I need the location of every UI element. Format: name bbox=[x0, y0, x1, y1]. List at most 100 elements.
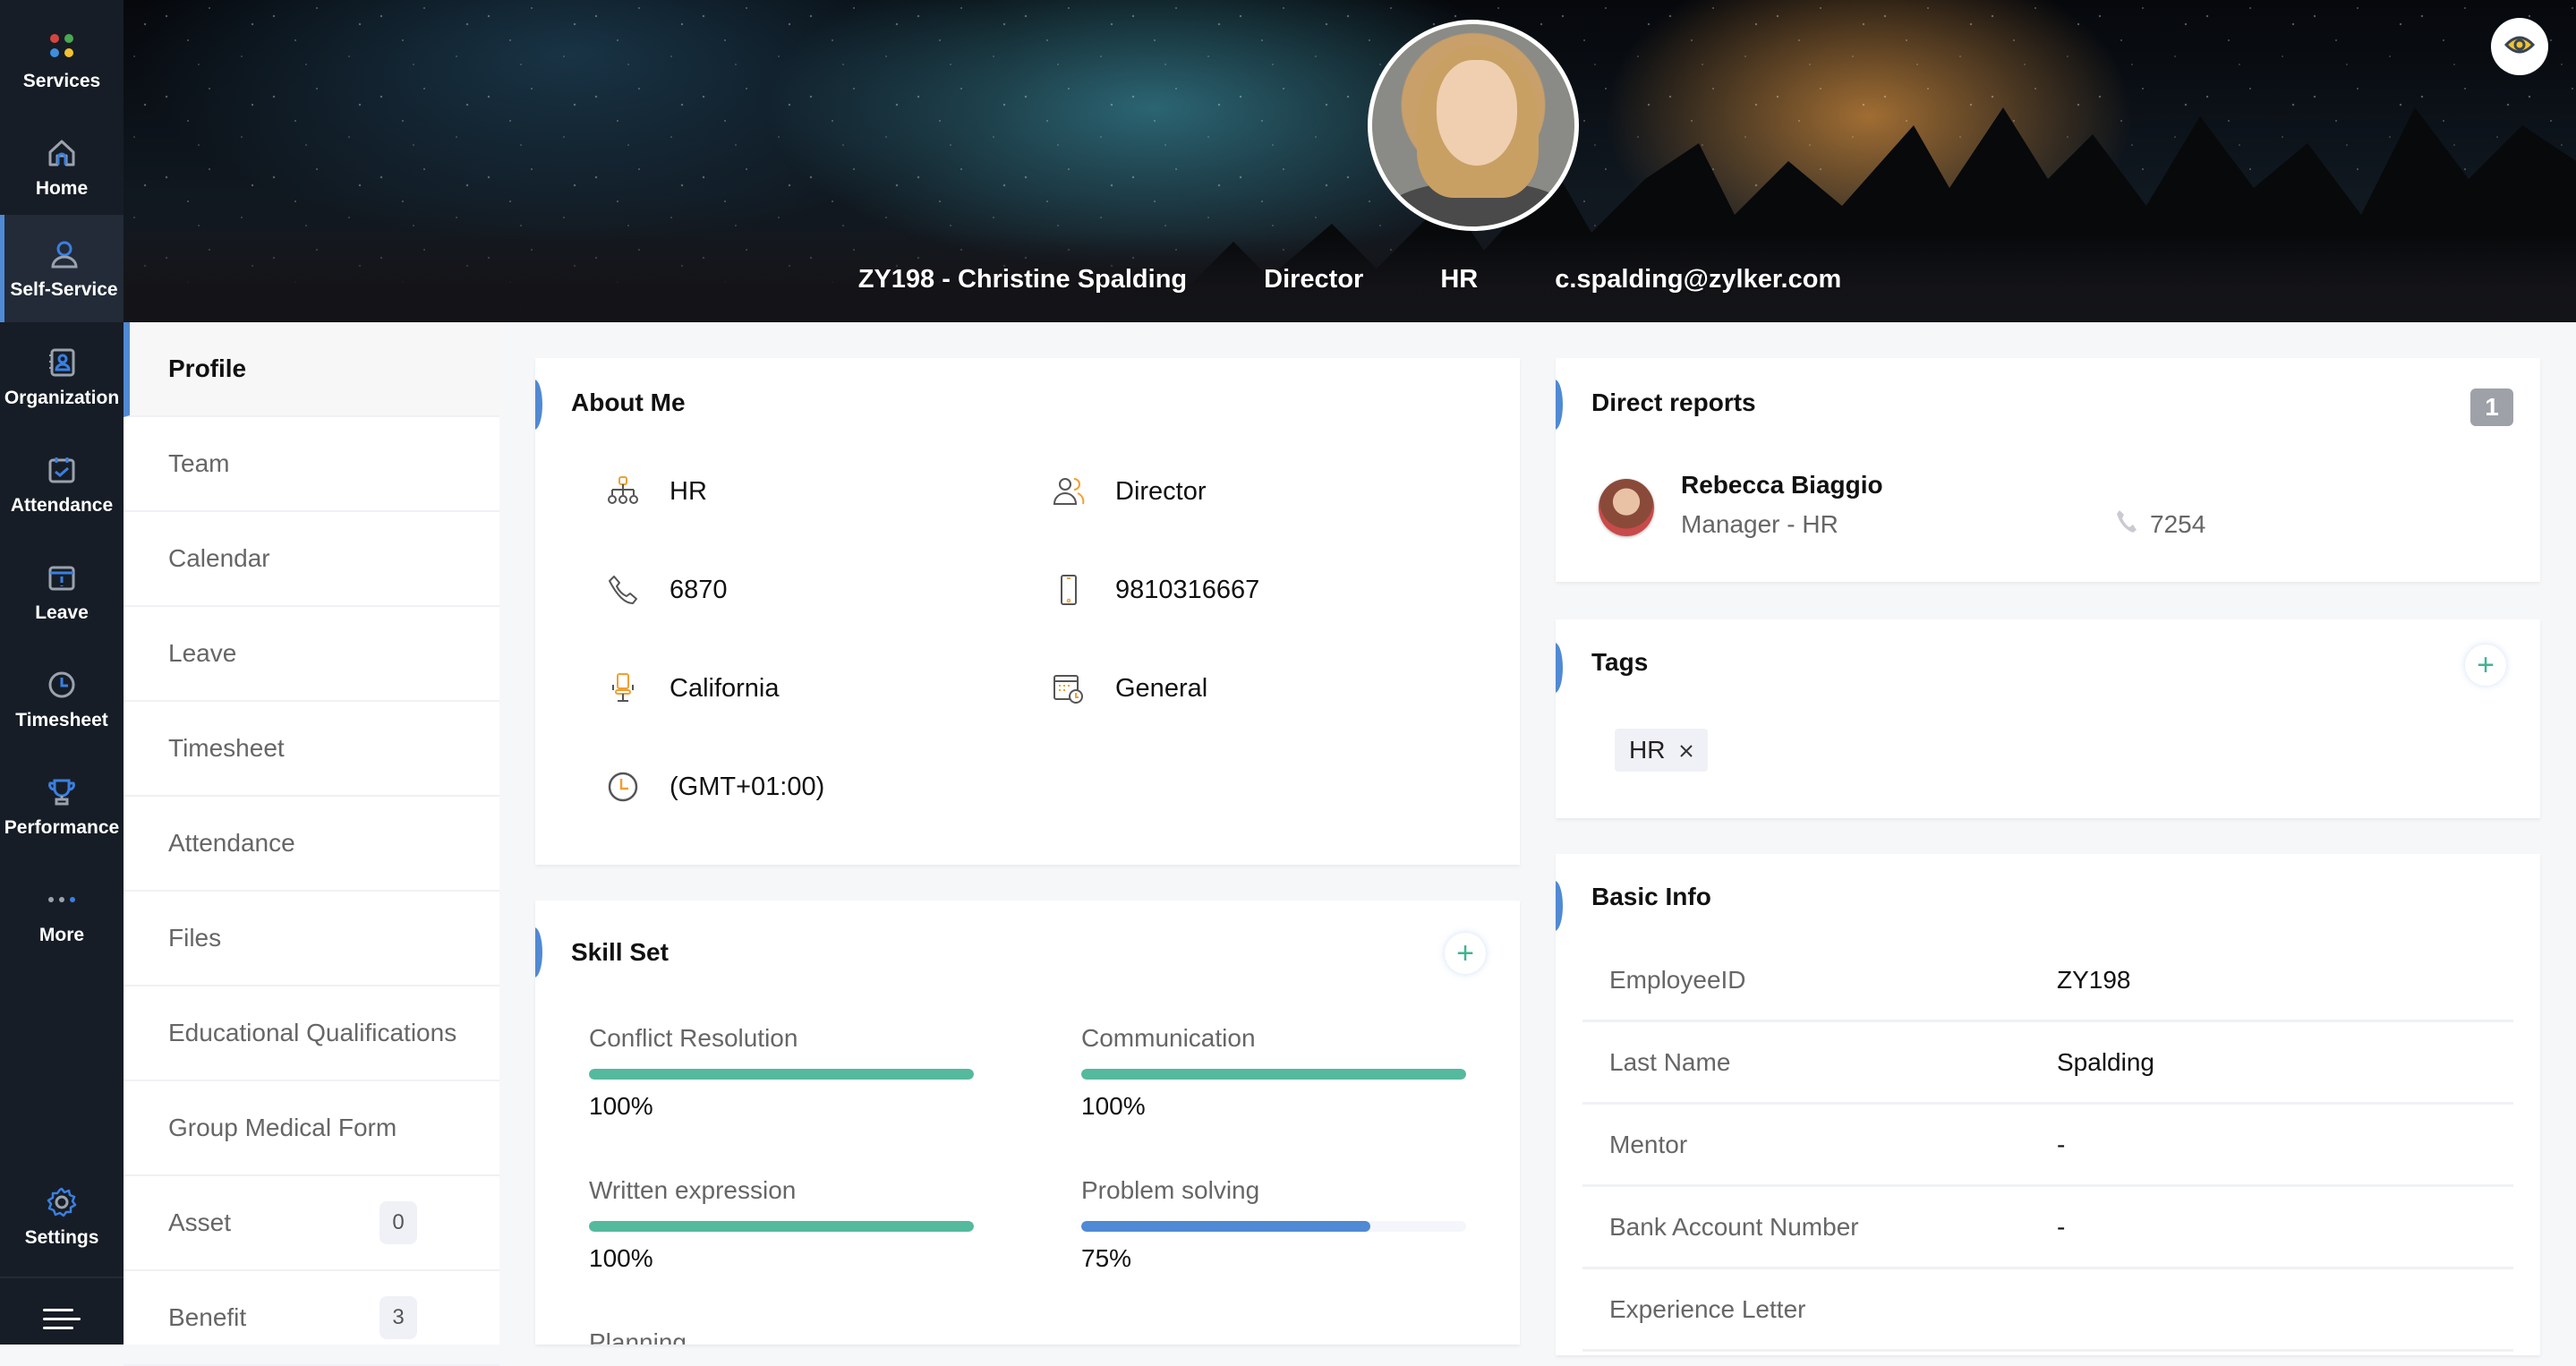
plus-icon: + bbox=[2477, 647, 2495, 682]
skill-item: Conflict Resolution 100% bbox=[589, 1024, 974, 1121]
rail-item-organization[interactable]: Organization bbox=[0, 324, 124, 430]
subnav-item-benefit[interactable]: Benefit 3 bbox=[124, 1271, 499, 1366]
add-tag-button[interactable]: + bbox=[2465, 645, 2506, 686]
field-value: - bbox=[2057, 1130, 2066, 1158]
rail-item-settings[interactable]: Settings bbox=[0, 1164, 124, 1269]
skill-name: Conflict Resolution bbox=[589, 1024, 798, 1052]
trophy-icon bbox=[44, 774, 80, 810]
contact-book-icon bbox=[44, 345, 80, 380]
subnav-item-leave[interactable]: Leave bbox=[124, 607, 499, 702]
rail-item-timesheet[interactable]: Timesheet bbox=[0, 646, 124, 752]
subnav-item-calendar[interactable]: Calendar bbox=[124, 512, 499, 607]
subnav-item-attendance[interactable]: Attendance bbox=[124, 797, 499, 892]
rail-item-leave[interactable]: Leave bbox=[0, 539, 124, 645]
about-location: California bbox=[603, 669, 780, 708]
clock-icon bbox=[603, 767, 643, 807]
skill-item: Planning bbox=[589, 1328, 974, 1345]
profile-banner: ZY198 - Christine Spalding Director HR c… bbox=[124, 0, 2576, 322]
skill-percent: 100% bbox=[1081, 1092, 1146, 1120]
remove-tag-icon[interactable] bbox=[1679, 736, 1693, 764]
about-designation: Director bbox=[1049, 472, 1207, 511]
report-name[interactable]: Rebecca Biaggio bbox=[1681, 471, 1883, 499]
subnav-item-educational-qualifications[interactable]: Educational Qualifications bbox=[124, 986, 499, 1081]
rail-item-services[interactable]: Services bbox=[0, 7, 124, 113]
rail-label: Leave bbox=[35, 602, 89, 623]
skill-progress-track bbox=[1081, 1069, 1466, 1080]
timezone-value: (GMT+01:00) bbox=[670, 772, 825, 801]
card-accent-marker bbox=[535, 927, 542, 978]
rail-label: Timesheet bbox=[15, 710, 108, 730]
rail-item-home[interactable]: Home bbox=[0, 115, 124, 220]
org-chart-icon bbox=[603, 472, 643, 511]
extension-value: 6870 bbox=[670, 575, 728, 604]
app-rail: Services Home Self-Service Organization … bbox=[0, 0, 124, 1345]
about-extension: 6870 bbox=[603, 570, 728, 610]
card-accent-marker bbox=[535, 380, 542, 430]
rail-label: Organization bbox=[4, 388, 120, 408]
rail-item-performance[interactable]: Performance bbox=[0, 754, 124, 859]
about-mobile: 9810316667 bbox=[1049, 570, 1259, 610]
basic-info-row: EmployeeID ZY198 bbox=[1582, 940, 2513, 1022]
about-me-title: About Me bbox=[571, 388, 686, 416]
more-dots-icon bbox=[44, 882, 80, 918]
about-timezone: (GMT+01:00) bbox=[603, 767, 824, 807]
field-value: Spalding bbox=[2057, 1047, 2154, 1076]
person-icon bbox=[47, 236, 82, 272]
about-me-card: About Me HR Director 6870 9810316667 Cal… bbox=[535, 358, 1520, 865]
card-accent-marker bbox=[1556, 881, 1563, 931]
subnav-label: Group Medical Form bbox=[168, 1114, 397, 1141]
rail-item-more[interactable]: More bbox=[0, 861, 124, 967]
employee-email[interactable]: c.spalding@zylker.com bbox=[1555, 265, 1841, 295]
skill-set-title: Skill Set bbox=[571, 938, 669, 966]
menu-toggle-icon[interactable] bbox=[43, 1309, 81, 1336]
mobile-phone-icon bbox=[1049, 570, 1088, 610]
calendar-clock-icon bbox=[1049, 669, 1088, 708]
skill-name: Problem solving bbox=[1081, 1176, 1260, 1204]
subnav-item-timesheet[interactable]: Timesheet bbox=[124, 702, 499, 797]
people-icon bbox=[1049, 472, 1088, 511]
rail-item-attendance[interactable]: Attendance bbox=[0, 431, 124, 537]
skill-item: Problem solving 75% bbox=[1081, 1176, 1466, 1273]
phone-icon bbox=[2116, 508, 2137, 540]
report-avatar[interactable] bbox=[1599, 479, 1654, 536]
tags-title: Tags bbox=[1591, 648, 1649, 676]
field-label: Bank Account Number bbox=[1609, 1212, 1859, 1241]
basic-info-title: Basic Info bbox=[1591, 883, 1711, 910]
subnav-item-files[interactable]: Files bbox=[124, 892, 499, 986]
basic-info-row: Mentor - bbox=[1582, 1105, 2513, 1187]
employee-designation: Director bbox=[1264, 265, 1364, 294]
skill-progress-fill bbox=[1081, 1069, 1466, 1080]
plus-icon: + bbox=[1456, 935, 1474, 970]
view-toggle-button[interactable] bbox=[2491, 18, 2548, 75]
subnav-item-asset[interactable]: Asset 0 bbox=[124, 1176, 499, 1271]
subnav-label: Benefit bbox=[168, 1303, 247, 1331]
rail-label: Services bbox=[22, 71, 101, 91]
subnav-label: Profile bbox=[168, 354, 247, 382]
employee-department: HR bbox=[1440, 265, 1479, 294]
department-value: HR bbox=[670, 476, 707, 506]
subnav-item-profile[interactable]: Profile bbox=[124, 322, 499, 417]
skill-item: Written expression 100% bbox=[589, 1176, 974, 1273]
rail-divider bbox=[0, 1276, 124, 1278]
gear-icon bbox=[44, 1184, 80, 1220]
field-label: Last Name bbox=[1609, 1047, 1731, 1076]
profile-avatar[interactable] bbox=[1368, 20, 1579, 231]
skill-set-card: Skill Set + Conflict Resolution 100% Com… bbox=[535, 901, 1520, 1345]
basic-info-row: Last Name Spalding bbox=[1582, 1022, 2513, 1105]
rail-label: Settings bbox=[24, 1227, 99, 1248]
skill-progress-track bbox=[589, 1221, 974, 1232]
add-skill-button[interactable]: + bbox=[1445, 933, 1486, 974]
subnav-item-team[interactable]: Team bbox=[124, 417, 499, 512]
rail-item-self-service[interactable]: Self-Service bbox=[0, 215, 124, 322]
basic-info-card: Basic Info EmployeeID ZY198 Last Name Spal… bbox=[1556, 854, 2540, 1355]
profile-summary: ZY198 - Christine Spalding Director HR c… bbox=[124, 265, 2576, 295]
tag-label: HR bbox=[1629, 736, 1666, 764]
home-icon bbox=[44, 135, 80, 171]
direct-reports-card: Direct reports 1 Rebecca Biaggio Manager… bbox=[1556, 358, 2540, 582]
field-label: EmployeeID bbox=[1609, 965, 1746, 994]
report-extension-value: 7254 bbox=[2150, 509, 2206, 538]
rail-label: Attendance bbox=[10, 495, 114, 516]
subnav-label: Educational Qualifications bbox=[168, 1019, 457, 1046]
subnav-item-group-medical-form[interactable]: Group Medical Form bbox=[124, 1081, 499, 1176]
services-dots-icon bbox=[44, 28, 80, 64]
